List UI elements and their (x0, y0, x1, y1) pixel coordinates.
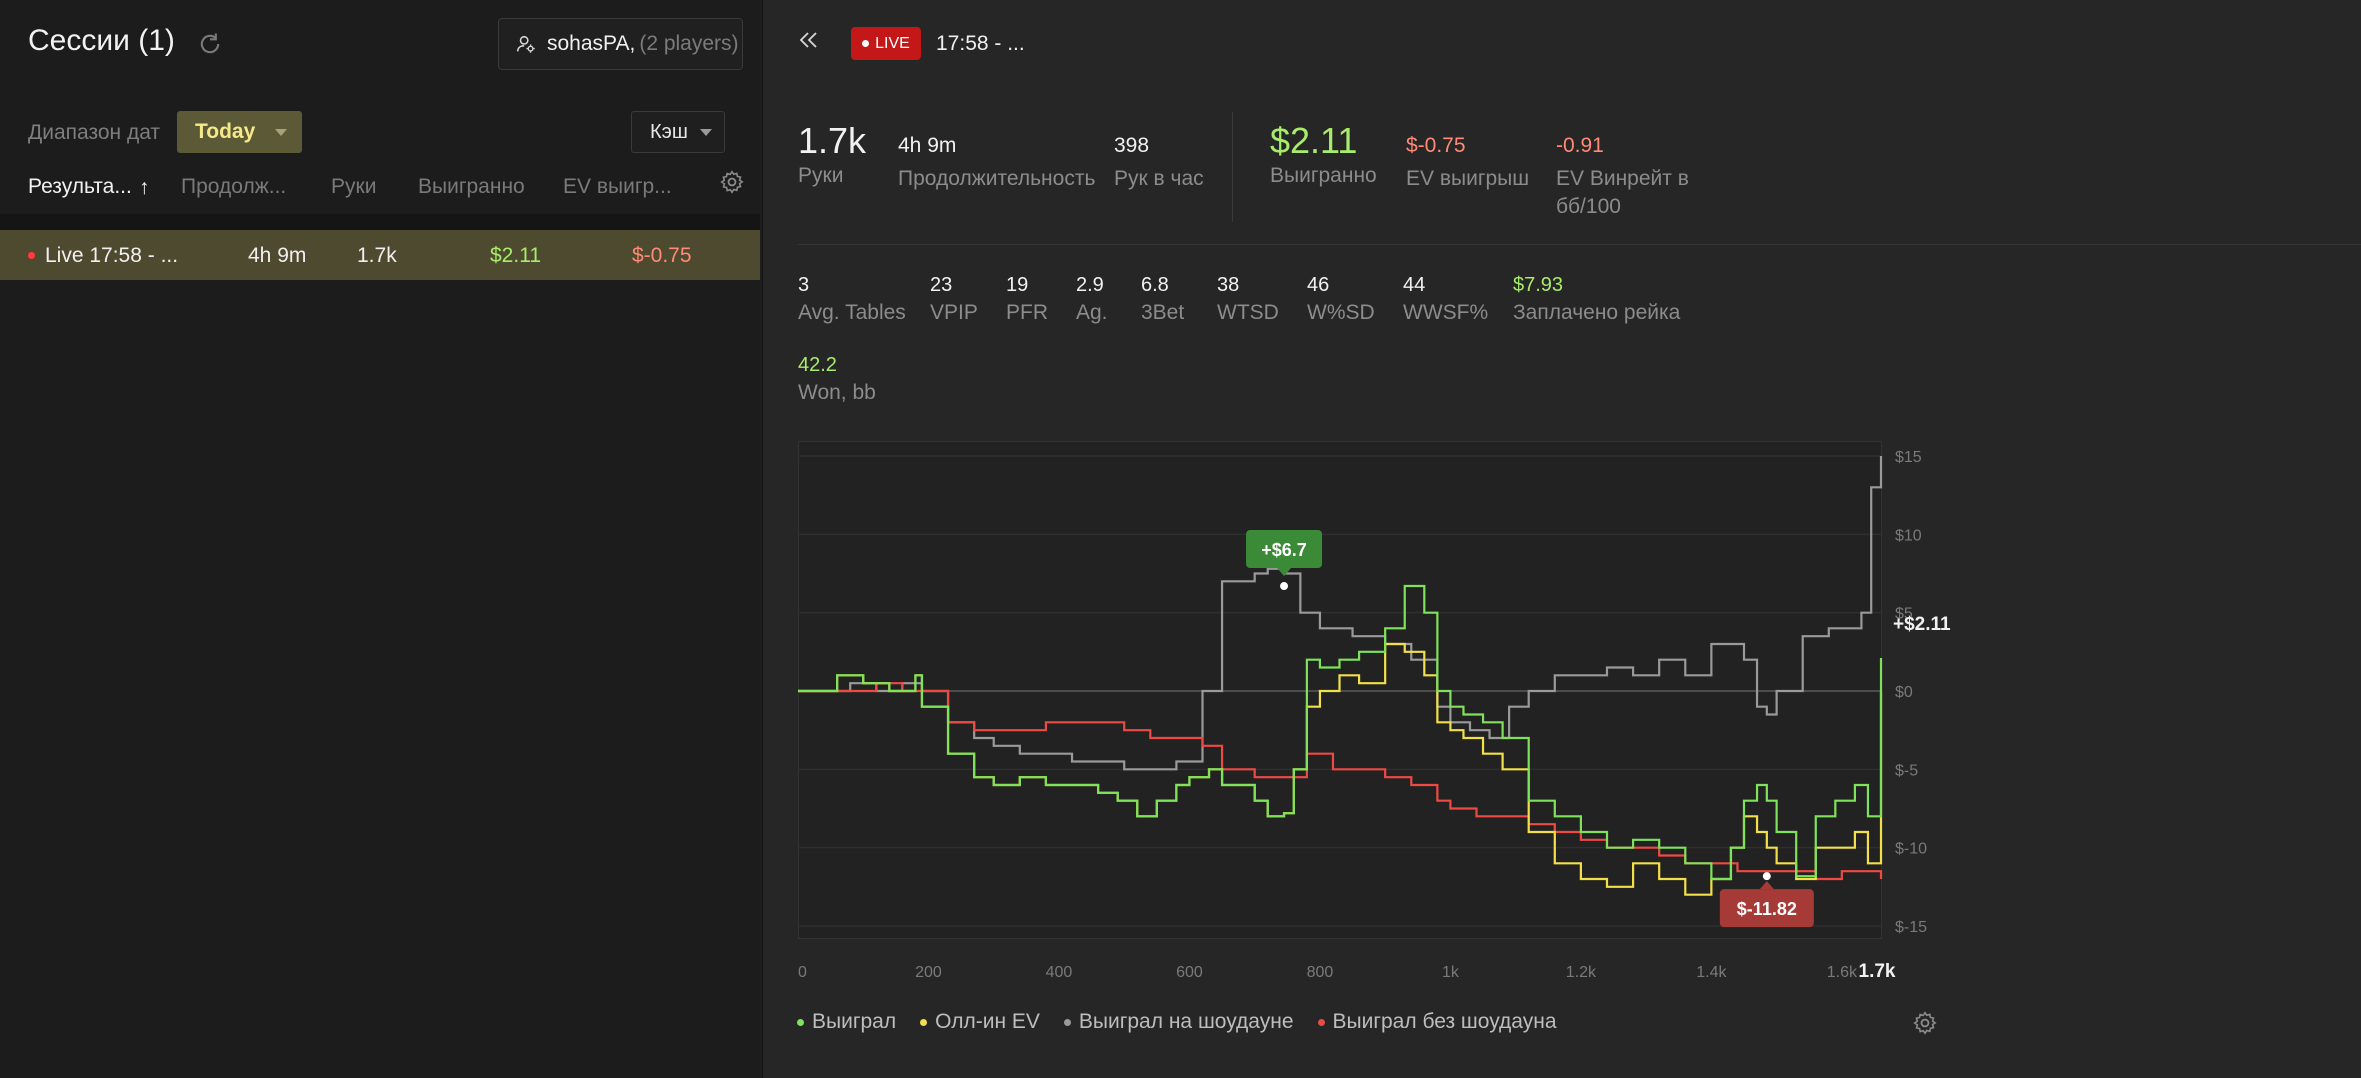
sessions-panel: Сессии (1) sohasPA, (2 players) Диапазон… (0, 0, 760, 1078)
min-point-marker (1762, 872, 1771, 881)
chart-legend: Выиграл Олл-ин EV Выиграл на шоудауне Вы… (797, 1010, 1581, 1034)
series-line-3 (798, 682, 1883, 881)
min-label-pointer (1759, 881, 1774, 890)
session-ev-won: $-0.75 (632, 244, 692, 267)
date-range-dropdown[interactable]: Today (177, 111, 302, 153)
legend-dot (1317, 1018, 1325, 1026)
session-hands: 1.7k (357, 244, 397, 267)
legend-label: Выиграл (812, 1010, 897, 1033)
y-tick-label: $0 (1895, 684, 1913, 701)
y-tick-label: $10 (1895, 527, 1922, 544)
legend-item-won[interactable]: Выиграл (797, 1010, 896, 1034)
x-tick-label: 0 (798, 964, 807, 981)
x-end-label: 1.7k (1859, 961, 1896, 982)
user-settings-icon (516, 35, 535, 53)
session-duration: 4h 9m (248, 244, 307, 267)
player-name: sohasPA, (547, 32, 636, 55)
y-tick-label: $-15 (1895, 919, 1927, 936)
x-tick-label: 200 (915, 964, 942, 981)
max-label-text: +$6.7 (1261, 540, 1307, 560)
y-tick-label: $-5 (1895, 762, 1918, 779)
gear-icon[interactable] (719, 169, 745, 195)
legend-label: Выиграл без шоудауна (1332, 1010, 1557, 1033)
x-tick-label: 1.2k (1566, 964, 1597, 981)
y-tick-label: $15 (1895, 449, 1922, 466)
column-header-result[interactable]: Результа... (28, 175, 132, 199)
max-label-pointer (1277, 568, 1292, 577)
legend-label: Олл-ин EV (935, 1010, 1040, 1033)
legend-item-showdown[interactable]: Выиграл на шоудауне (1063, 1010, 1294, 1034)
player-count: (2 players) (639, 32, 739, 55)
legend-label: Выиграл на шоудауне (1078, 1010, 1294, 1033)
legend-dot (797, 1018, 804, 1026)
x-tick-label: 800 (1307, 964, 1334, 981)
sessions-title: Сессии (1) (28, 24, 175, 57)
y-tick-label: $-10 (1895, 841, 1927, 858)
x-tick-label: 400 (1046, 964, 1073, 981)
table-row[interactable]: Live 17:58 - ... 4h 9m 1.7k $2.11 $-0.75 (0, 230, 760, 280)
final-value-label: +$2.11 (1893, 614, 1951, 635)
game-type-value: Кэш (650, 120, 688, 143)
winnings-chart[interactable]: $15$10$5$0$-5$-10$-150 200 400 600 800 1k 1.2k… (763, 0, 2361, 1000)
legend-item-non-showdown[interactable]: Выиграл без шоудауна (1317, 1010, 1557, 1034)
date-range-label: Диапазон дат (28, 121, 161, 144)
legend-dot (1063, 1018, 1071, 1026)
chevron-down-icon (699, 128, 712, 136)
x-tick-label: 1k (1442, 964, 1460, 981)
players-selector-button[interactable]: sohasPA, (2 players) (498, 18, 743, 70)
max-point-marker (1280, 582, 1289, 591)
live-indicator-dot (28, 252, 35, 259)
x-tick-label: 1.4k (1696, 964, 1727, 981)
game-type-dropdown[interactable]: Кэш (631, 111, 725, 153)
legend-dot (920, 1018, 928, 1026)
chevron-down-icon (275, 128, 288, 136)
x-tick-label: 600 (1176, 964, 1203, 981)
date-range-value: Today (195, 120, 256, 143)
series-line-0 (798, 584, 1883, 881)
min-label-text: $-11.82 (1737, 899, 1797, 919)
session-name: Live 17:58 - ... (45, 244, 179, 267)
legend-item-allin-ev[interactable]: Олл-ин EV (920, 1010, 1040, 1034)
column-header-won[interactable]: Выигранно (418, 175, 525, 199)
column-header-duration[interactable]: Продолж... (181, 175, 286, 199)
header-divider (0, 214, 760, 230)
chart-settings-gear-icon[interactable] (1912, 1010, 1938, 1036)
column-header-hands[interactable]: Руки (331, 175, 376, 199)
refresh-icon[interactable] (196, 30, 224, 58)
x-tick-label: 1.6k (1827, 964, 1858, 981)
session-detail-panel: LIVE 17:58 - ... 1.7k Руки 4h 9m Продолж… (762, 0, 2361, 1078)
sort-arrow-up-icon[interactable]: ↑ (139, 176, 150, 200)
column-header-ev-won[interactable]: EV выигр... (563, 175, 672, 199)
session-won: $2.11 (490, 244, 541, 267)
